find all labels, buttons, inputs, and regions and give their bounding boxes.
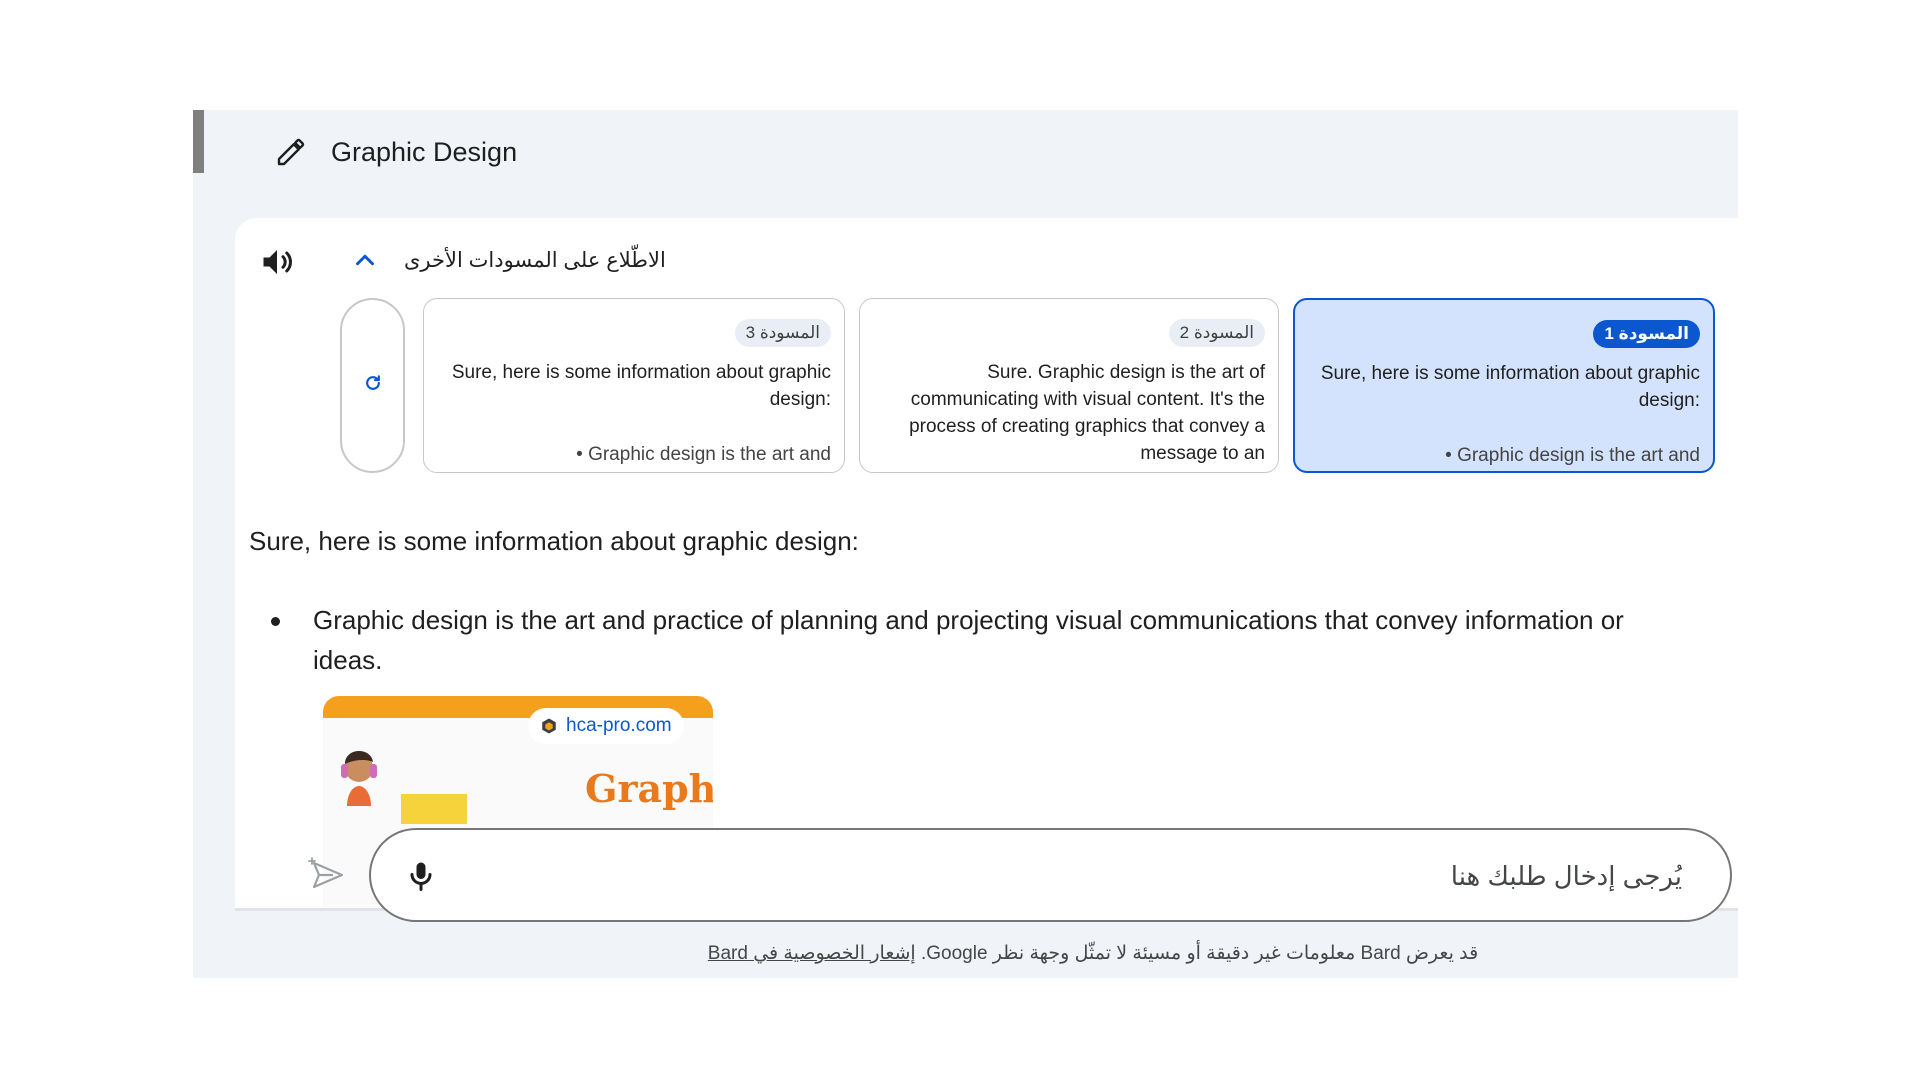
volume-icon[interactable]	[259, 244, 295, 280]
draft-preview-text: Sure. Graphic design is the art of commu…	[909, 362, 1265, 464]
bard-chat-panel: Graphic Design الاطّلاع على المسودات الأ…	[193, 110, 1738, 978]
conversation-title: Graphic Design	[331, 136, 518, 167]
draft-badge: المسودة 1	[1593, 320, 1700, 348]
send-icon[interactable]	[308, 855, 348, 895]
image-headline: Graphi	[585, 766, 713, 811]
disclaimer: قد يعرض Bard معلومات غير دقيقة أو مسيئة …	[573, 942, 1613, 965]
response-bullet-list: Graphic design is the art and practice o…	[265, 600, 1675, 680]
draft-preview-bullet: • Graphic design is the art and	[1445, 445, 1700, 466]
decorative-shape	[401, 794, 467, 824]
list-item: Graphic design is the art and practice o…	[265, 600, 1675, 680]
chevron-up-icon	[350, 245, 380, 275]
disclaimer-text: قد يعرض Bard معلومات غير دقيقة أو مسيئة …	[920, 943, 1479, 964]
view-other-drafts-toggle[interactable]: الاطّلاع على المسودات الأخرى	[350, 240, 666, 280]
refresh-icon	[363, 373, 383, 398]
draft-card-3[interactable]: المسودة 3 Sure, here is some information…	[423, 298, 845, 473]
prompt-input[interactable]	[582, 852, 1682, 900]
draft-preview-bullet: • Graphic design is the art and	[576, 444, 831, 465]
scrollbar-thumb[interactable]	[193, 110, 204, 173]
site-favicon-icon	[542, 718, 556, 734]
draft-badge: المسودة 3	[734, 319, 831, 347]
response-intro: Sure, here is some information about gra…	[249, 526, 859, 556]
image-source-chip[interactable]: hca-pro.com	[528, 708, 684, 744]
regenerate-drafts-button[interactable]	[340, 298, 405, 473]
response-container: الاطّلاع على المسودات الأخرى المسودة 3 S…	[235, 218, 1738, 908]
draft-card-2[interactable]: المسودة 2 Sure. Graphic design is the ar…	[859, 298, 1279, 473]
draft-preview-text: Sure, here is some information about gra…	[451, 362, 831, 410]
conversation-title-bar: Graphic Design	[273, 132, 517, 172]
image-source-label: hca-pro.com	[566, 715, 672, 736]
privacy-notice-link[interactable]: إشعار الخصوصية في Bard	[708, 943, 916, 964]
view-other-drafts-label: الاطّلاع على المسودات الأخرى	[404, 248, 666, 272]
pencil-icon[interactable]	[273, 134, 309, 170]
draft-badge: المسودة 2	[1168, 319, 1265, 347]
avatar-illustration	[337, 746, 385, 806]
microphone-icon[interactable]	[403, 856, 439, 896]
draft-card-1[interactable]: المسودة 1 Sure, here is some information…	[1293, 298, 1715, 473]
draft-preview-text: Sure, here is some information about gra…	[1320, 363, 1700, 411]
prompt-box	[369, 828, 1732, 922]
